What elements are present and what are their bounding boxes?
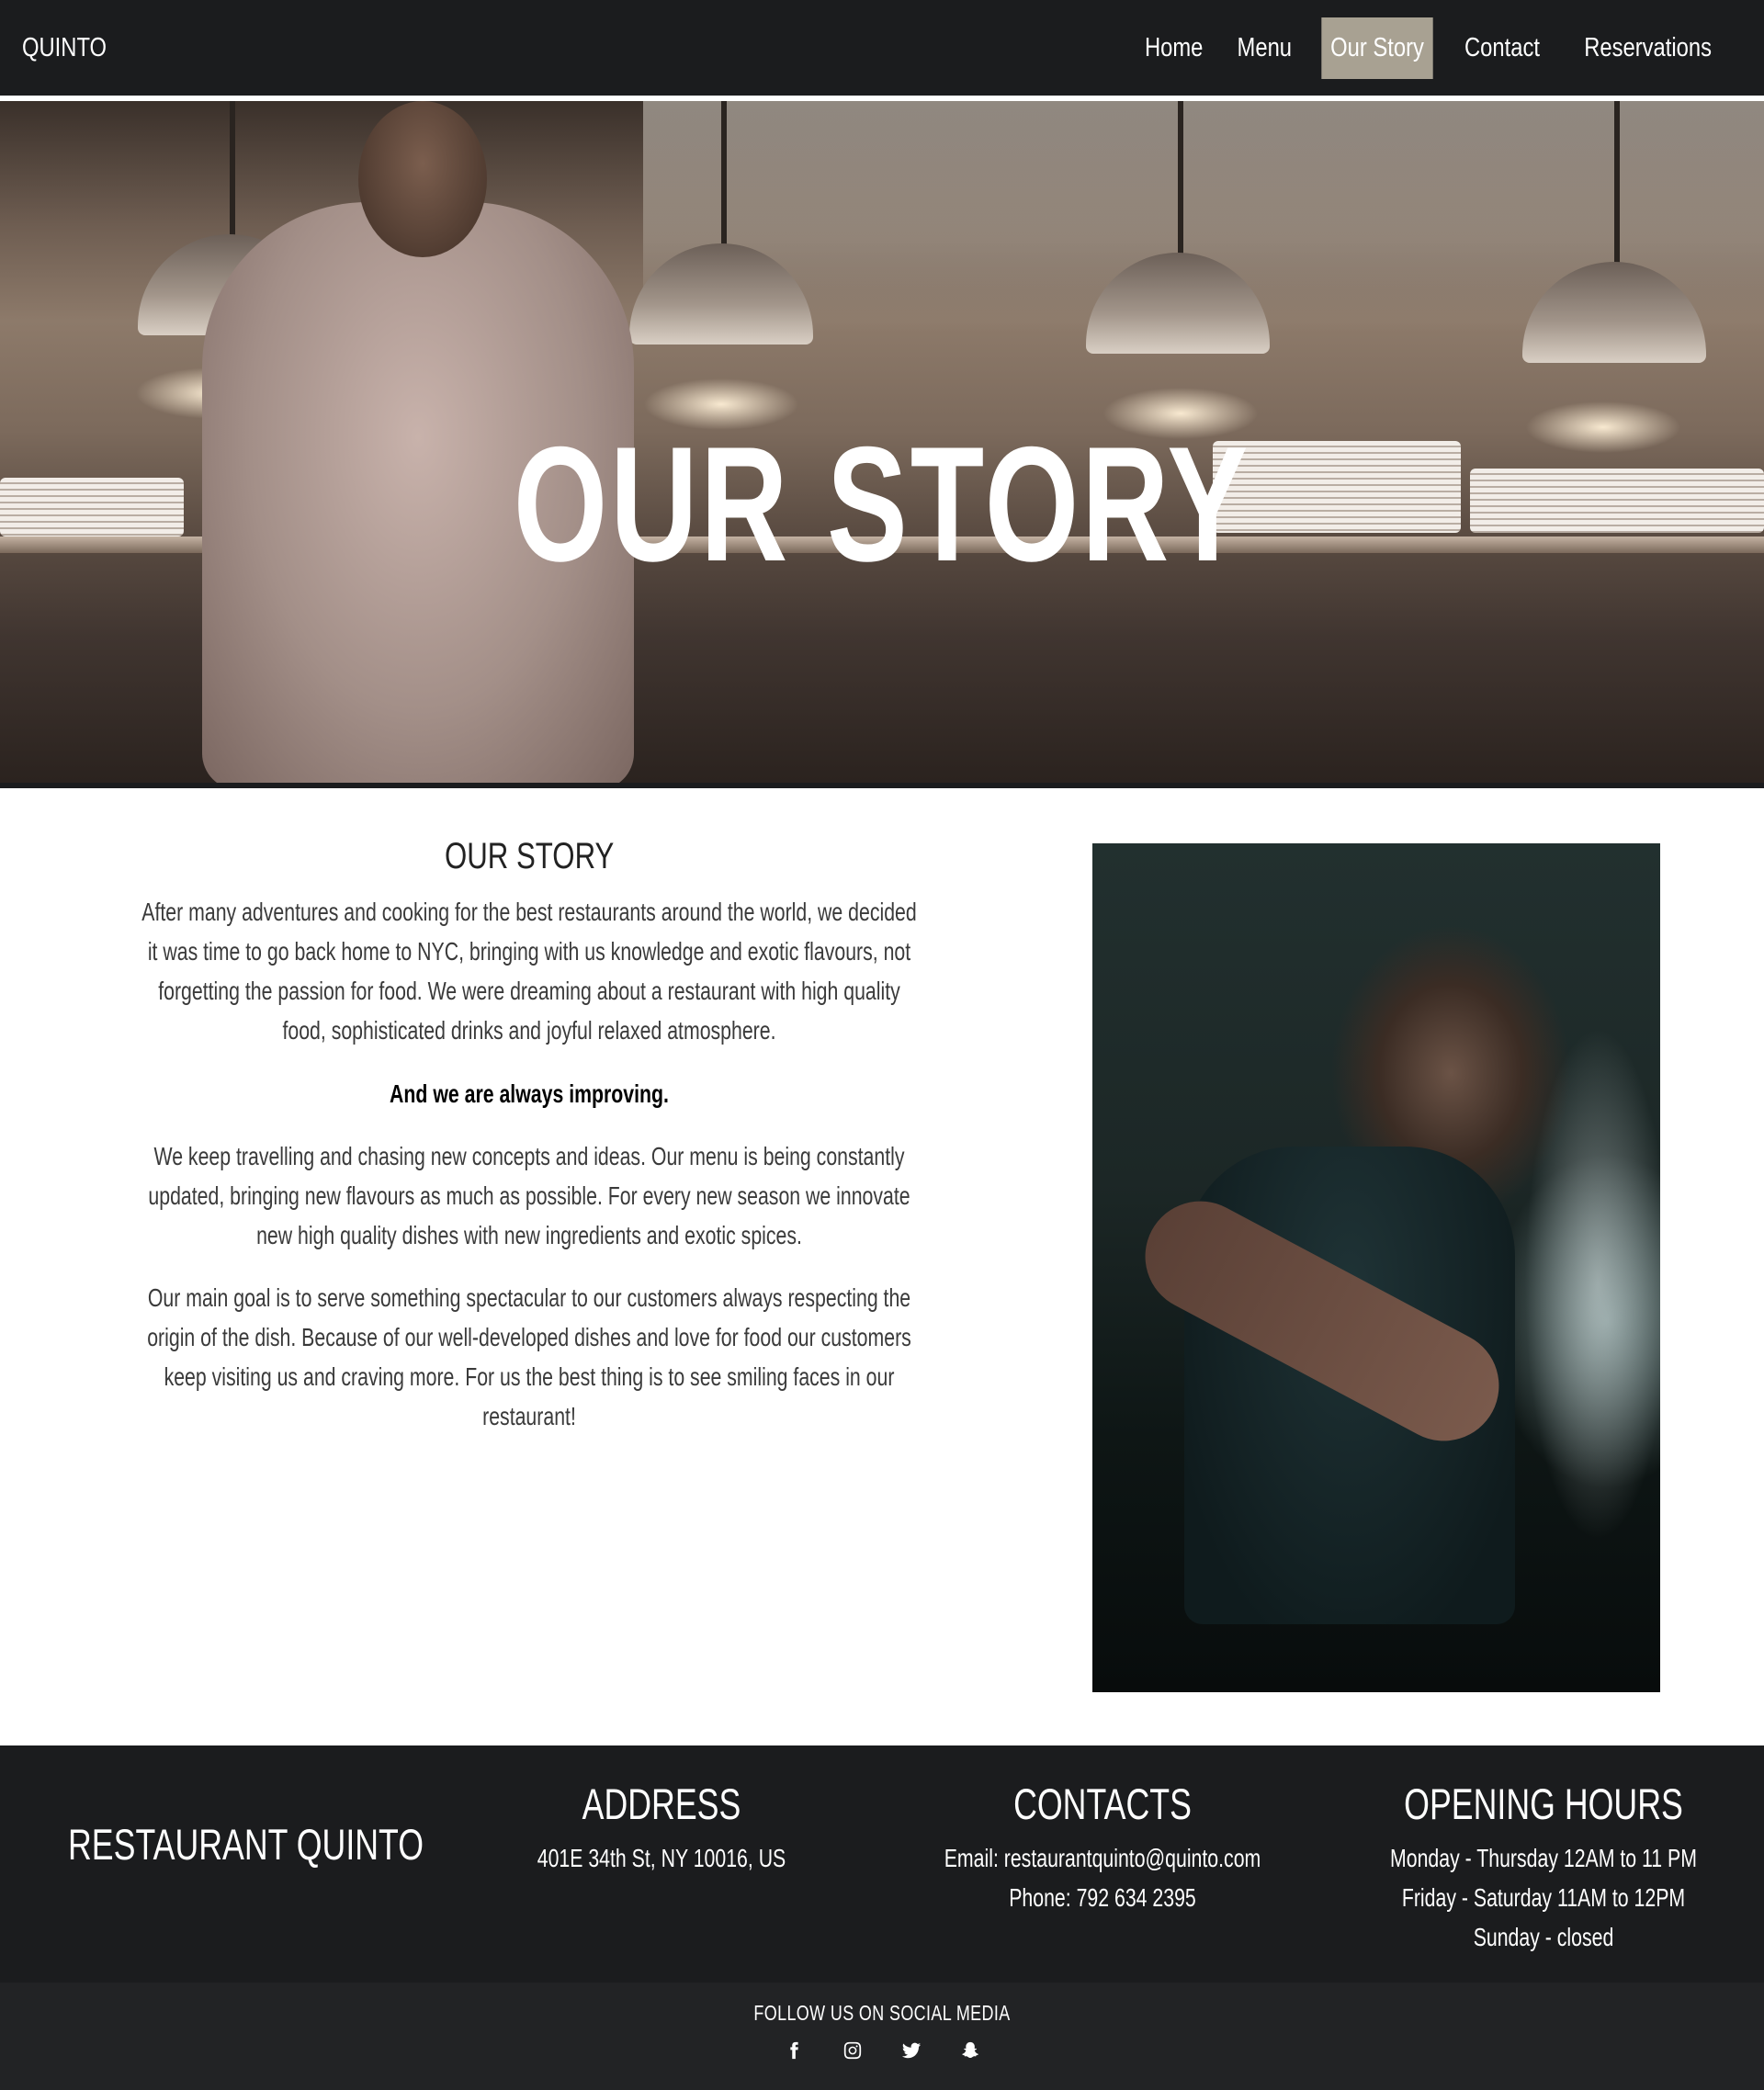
instagram-icon[interactable] xyxy=(841,2039,865,2062)
footer-contacts: CONTACTS Email: restaurantquinto@quinto.… xyxy=(882,1779,1323,1917)
nav-item-contact[interactable]: Contact xyxy=(1455,17,1549,79)
story-paragraph-1: After many adventures and cooking for th… xyxy=(141,898,917,1045)
footer: RESTAURANT QUINTO ADDRESS 401E 34th St, … xyxy=(0,1745,1764,1983)
lamp-cord xyxy=(1178,101,1183,257)
address-line: 401E 34th St, NY 10016, US xyxy=(537,1844,786,1872)
social-label: FOLLOW US ON SOCIAL MEDIA xyxy=(753,2001,1011,2025)
contacts-heading: CONTACTS xyxy=(1013,1779,1192,1828)
main-nav: Home Menu Our Story Contact Reservations xyxy=(1127,0,1736,96)
brand-logo[interactable]: QUINTO xyxy=(22,33,107,63)
social-icons xyxy=(0,2039,1764,2062)
nav-item-menu[interactable]: Menu xyxy=(1228,17,1301,79)
facebook-icon[interactable] xyxy=(782,2039,806,2062)
nav-item-our-story[interactable]: Our Story xyxy=(1321,17,1433,79)
navbar: QUINTO Home Menu Our Story Contact Reser… xyxy=(0,0,1764,96)
hours-line-weekday: Monday - Thursday 12AM to 11 PM xyxy=(1390,1844,1697,1872)
story-paragraph-2: We keep travelling and chasing new conce… xyxy=(148,1142,910,1249)
lamp-cord xyxy=(721,101,727,248)
address-heading: ADDRESS xyxy=(582,1779,741,1828)
photo-steam xyxy=(1524,1027,1660,1542)
hero-title: OUR STORY xyxy=(513,412,1251,595)
snapchat-icon[interactable] xyxy=(958,2039,982,2062)
story-section: OUR STORY After many adventures and cook… xyxy=(138,836,921,1436)
story-heading: OUR STORY xyxy=(444,836,615,876)
social-bar: FOLLOW US ON SOCIAL MEDIA xyxy=(0,1983,1764,2090)
contact-email[interactable]: Email: restaurantquinto@quinto.com xyxy=(935,1838,1271,1878)
lamp-cord xyxy=(1614,101,1620,266)
hero-banner: OUR STORY xyxy=(0,101,1764,788)
hours-heading: OPENING HOURS xyxy=(1404,1779,1683,1828)
nav-item-reservations[interactable]: Reservations xyxy=(1575,17,1720,79)
nav-item-home[interactable]: Home xyxy=(1136,17,1212,79)
hours-line-weekend: Friday - Saturday 11AM to 12PM xyxy=(1401,1883,1686,1912)
story-paragraph-3: Our main goal is to serve something spec… xyxy=(147,1283,911,1430)
lamp-cord xyxy=(230,101,235,239)
twitter-icon[interactable] xyxy=(899,2039,923,2062)
contact-phone[interactable]: Phone: 792 634 2395 xyxy=(935,1878,1271,1917)
chef-head xyxy=(358,101,487,257)
footer-brand: RESTAURANT QUINTO xyxy=(68,1820,424,1869)
story-highlight: And we are always improving. xyxy=(390,1079,669,1108)
chef-photo xyxy=(1092,843,1660,1692)
footer-hours: OPENING HOURS Monday - Thursday 12AM to … xyxy=(1323,1779,1764,1957)
plate-stack xyxy=(0,478,184,537)
footer-address: ADDRESS 401E 34th St, NY 10016, US xyxy=(441,1779,882,1878)
hours-line-sunday: Sunday - closed xyxy=(1473,1923,1614,1951)
